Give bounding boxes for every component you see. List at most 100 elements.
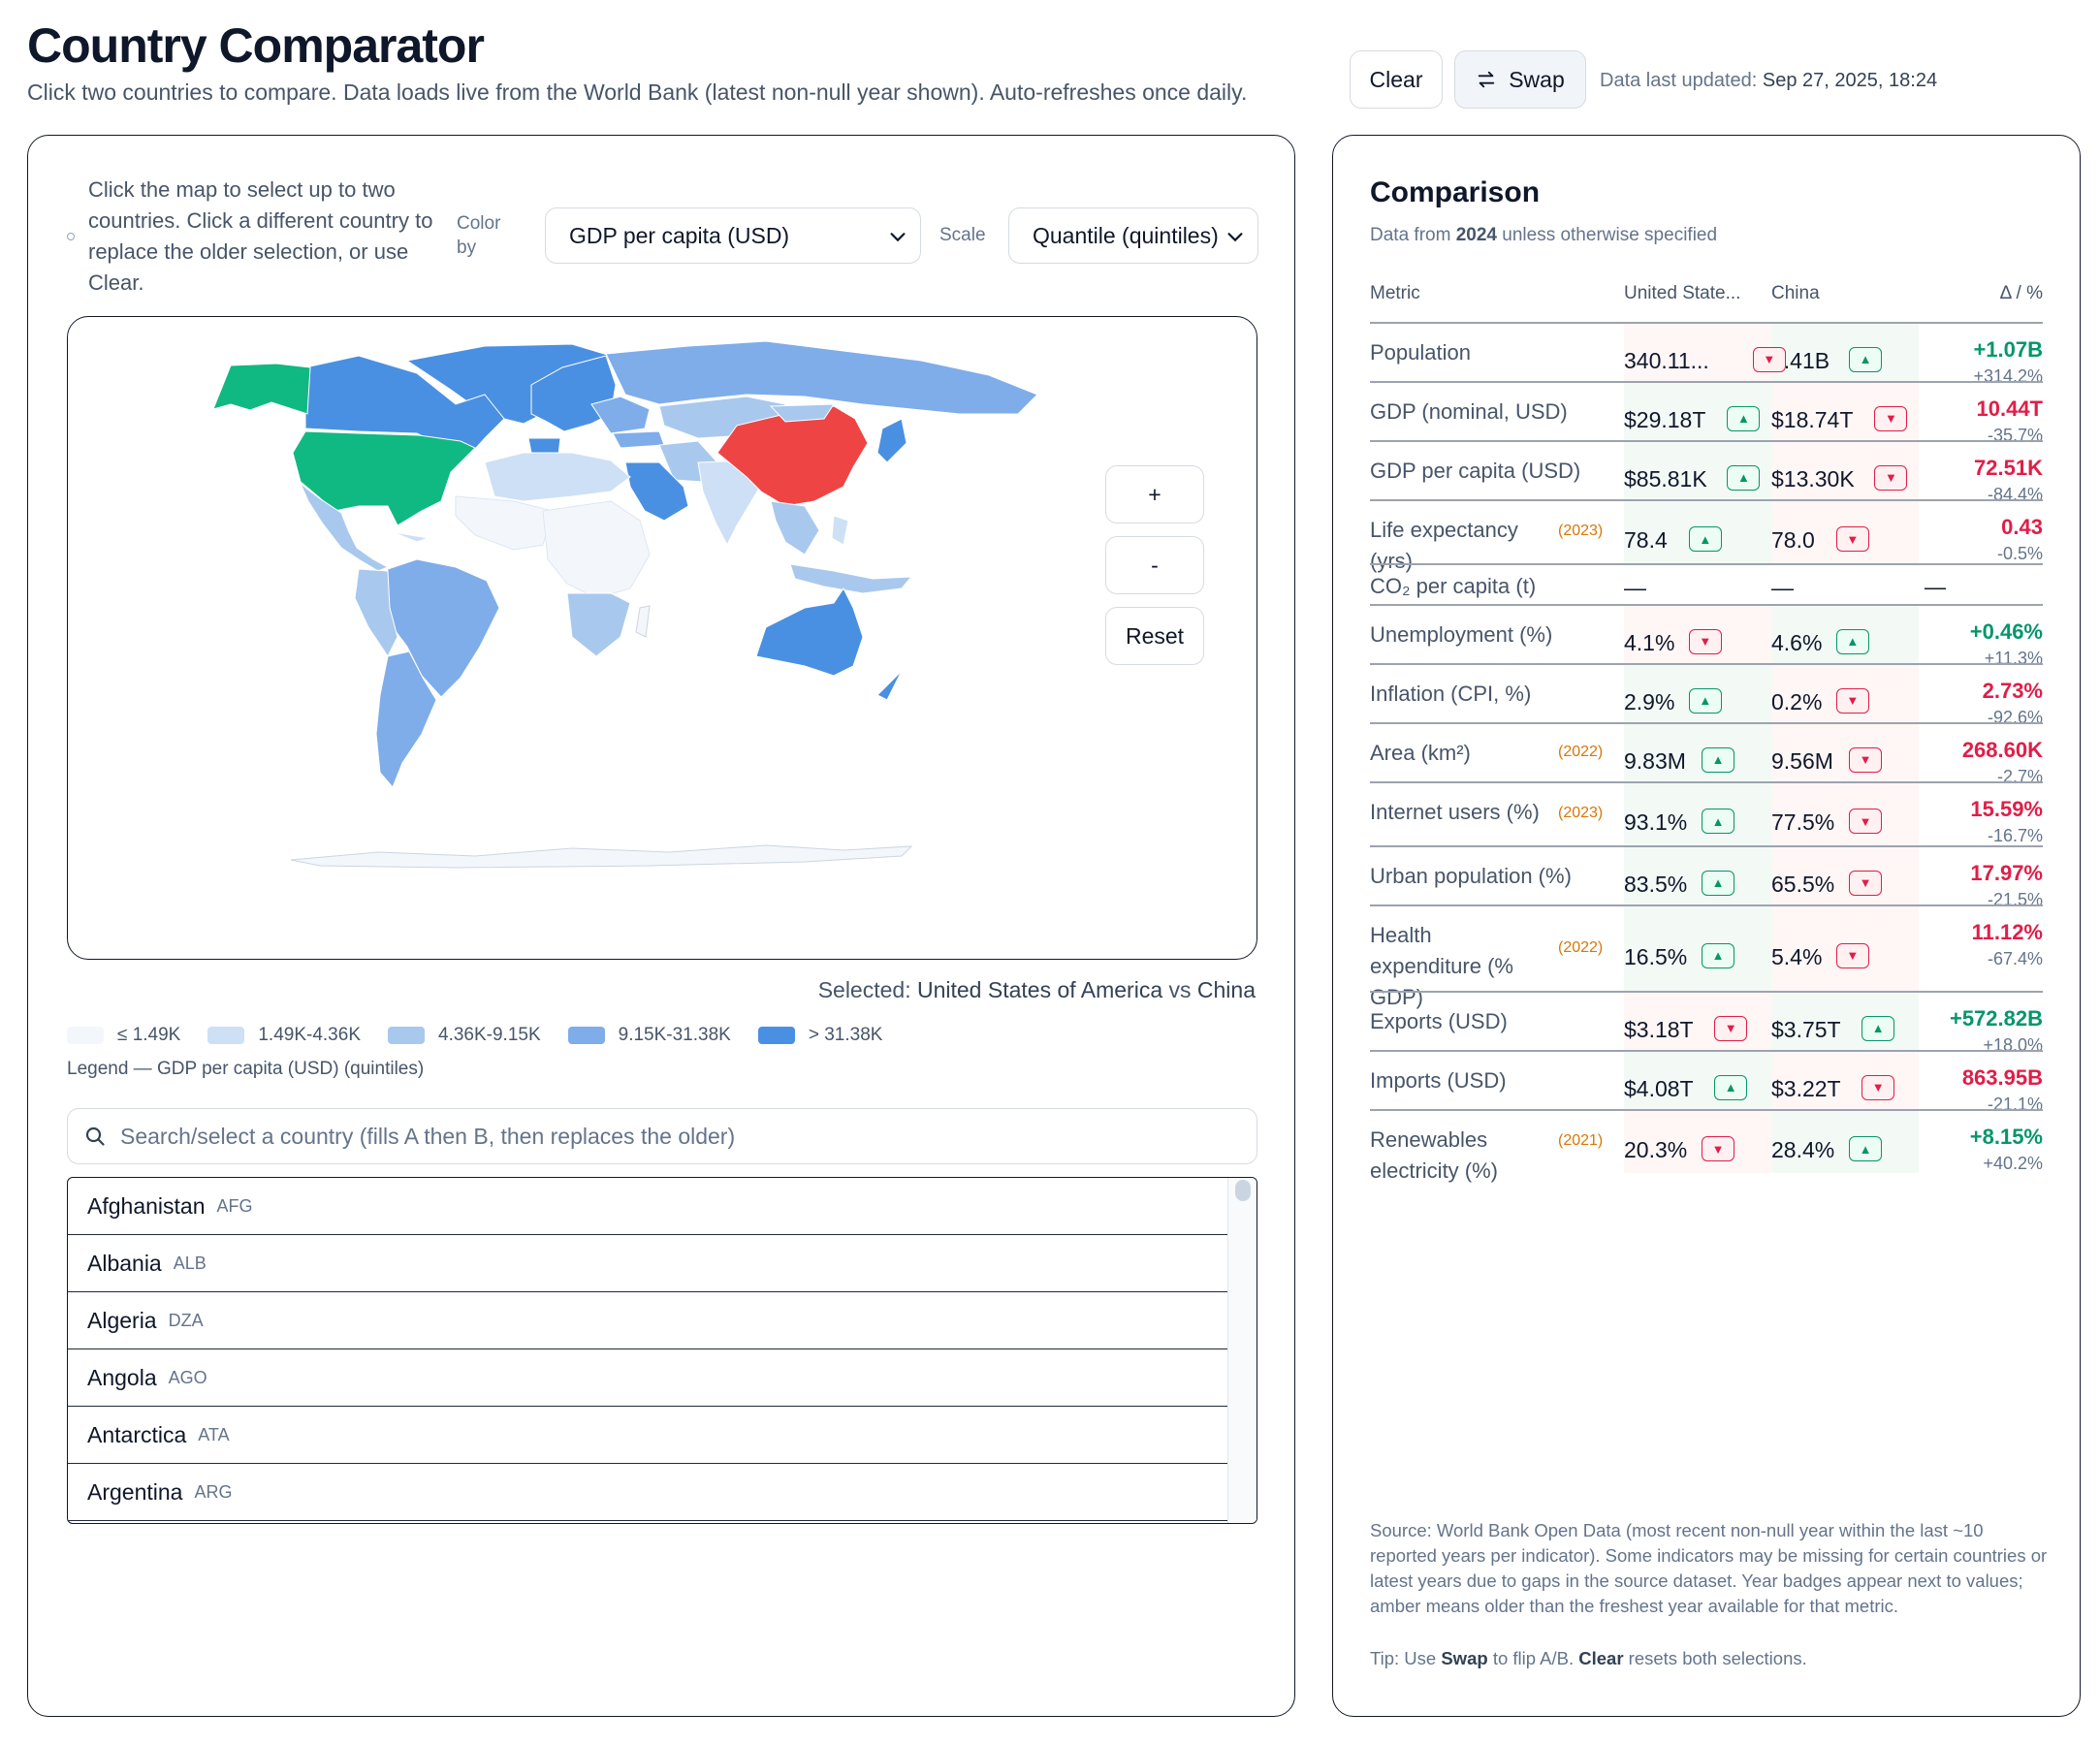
color-by-label: Color by [457, 213, 501, 258]
comparison-panel: Comparison Data from 2024 unless otherwi… [1332, 135, 2081, 1717]
country-list-item[interactable]: Angola AGO [68, 1349, 1229, 1407]
country-list-item[interactable]: Argentina ARG [68, 1464, 1229, 1521]
arrow-up-icon: ▲ [1702, 746, 1734, 773]
col-country-a-header: United State... [1624, 283, 1741, 303]
metric-name: Inflation (CPI, %) [1370, 682, 1532, 706]
country-list-item[interactable]: Antarctica ATA [68, 1407, 1229, 1464]
selected-countries-text: Selected: United States of America vs Ch… [818, 977, 1256, 1003]
delta-value: +572.82B [1949, 1006, 2043, 1031]
arrow-up-icon: ▲ [1688, 526, 1722, 552]
arrow-down-icon: ▼ [1714, 1015, 1748, 1041]
delta-value: — [1925, 575, 1946, 599]
arrow-up-icon: ▲ [1861, 1015, 1895, 1041]
tip-clear: Clear [1578, 1648, 1624, 1668]
country-list-item[interactable]: Albania ALB [68, 1235, 1229, 1292]
page-subtitle: Click two countries to compare. Data loa… [27, 79, 1248, 105]
legend-item: 9.15K-31.38K [567, 1025, 731, 1046]
comparison-row: Urban population (%) 83.5% 65.5% ▲ ▼ 17.97% -2… [1370, 845, 2043, 909]
legend-item: 4.36K-9.15K [388, 1025, 541, 1046]
country-b-value: 4.6% [1771, 629, 1823, 655]
country-southeast-asia[interactable] [770, 500, 820, 555]
map-instructions: Click the map to select up to two countr… [88, 177, 433, 295]
country-north-africa[interactable] [484, 452, 631, 502]
country-usa-alaska[interactable] [212, 363, 311, 415]
delta-value: 10.44T [1976, 397, 2044, 421]
arrow-down-icon: ▼ [1835, 687, 1869, 714]
country-b-value: $3.22T [1771, 1075, 1841, 1101]
world-map-svg[interactable] [68, 317, 1257, 960]
comparison-row: Life expectancy (yrs) (2023) 78.4 78.0 ▲ ▼ 0.4… [1370, 499, 2043, 573]
swap-button[interactable]: Swap [1454, 50, 1586, 109]
selected-country-b: China [1196, 977, 1256, 1002]
country-a-value: $29.18T [1624, 406, 1706, 432]
delta-value: +1.07B [1973, 337, 2043, 362]
delta-value: +0.46% [1969, 619, 2043, 644]
scrollbar-thumb[interactable] [1235, 1180, 1251, 1201]
country-philippines[interactable] [831, 515, 849, 546]
arrow-up-icon: ▲ [1727, 464, 1761, 491]
country-list-rows: Afghanistan AFG Albania ALB Algeria DZA Angola… [68, 1178, 1257, 1521]
country-madagascar[interactable] [635, 605, 651, 638]
scale-select[interactable]: Quantile (quintiles) [1008, 207, 1258, 264]
metric-select[interactable]: GDP per capita (USD) [545, 207, 921, 264]
country-cuba[interactable] [392, 531, 430, 543]
country-iso: AGO [168, 1367, 207, 1387]
legend-label: > 31.38K [808, 1025, 883, 1045]
comparison-row: Population 340.11... 1.41B ▼ ▲ +1.07B +314.2% [1370, 322, 2043, 386]
country-search-input[interactable]: Search/select a country (fills A then B,… [67, 1108, 1257, 1164]
arrow-up-icon: ▲ [1702, 870, 1734, 896]
swap-arrows-icon [1478, 71, 1495, 88]
arrow-up-icon: ▲ [1849, 1136, 1882, 1161]
arrow-down-icon: ▼ [1861, 1074, 1895, 1100]
country-list-item[interactable]: Afghanistan AFG [68, 1178, 1229, 1235]
country-b-value: — [1771, 575, 1794, 600]
zoom-out-button[interactable]: - [1105, 536, 1204, 594]
comparison-table: Population 340.11... 1.41B ▼ ▲ +1.07B +314.2% G… [1370, 322, 2044, 1183]
country-indonesia[interactable] [789, 563, 913, 594]
country-central-africa[interactable] [542, 500, 651, 599]
country-a-value: 20.3% [1624, 1137, 1688, 1162]
comparison-row: GDP per capita (USD) $85.81K $13.30K ▲ ▼ 72.5… [1370, 440, 2043, 504]
zoom-out-label: - [1151, 552, 1159, 578]
metric-year-badge: (2021) [1558, 1132, 1604, 1149]
country-west-africa[interactable] [455, 495, 554, 551]
metric-year-badge: (2023) [1558, 523, 1604, 539]
zoom-in-button[interactable]: + [1105, 465, 1204, 524]
country-a-value: $4.08T [1624, 1075, 1694, 1101]
legend-swatch [207, 1027, 245, 1044]
clear-button[interactable]: Clear [1350, 50, 1443, 109]
country-name: Afghanistan [87, 1192, 206, 1219]
country-list-item[interactable]: Algeria DZA [68, 1292, 1229, 1349]
country-name: Argentina [87, 1478, 183, 1505]
selected-label: Selected: [817, 977, 911, 1002]
legend-swatch [388, 1027, 425, 1044]
info-dot-icon [67, 233, 75, 240]
country-a-value: 78.4 [1624, 527, 1668, 553]
metric-name: GDP (nominal, USD) [1370, 399, 1568, 424]
metric-name: GDP per capita (USD) [1370, 459, 1581, 483]
map-panel: Click the map to select up to two countr… [27, 135, 1295, 1717]
legend-label: 1.49K-4.36K [258, 1025, 361, 1045]
world-map[interactable] [67, 316, 1257, 960]
country-new-zealand[interactable] [876, 670, 903, 701]
reset-map-button[interactable]: Reset [1105, 607, 1204, 665]
metric-name: Population [1370, 340, 1471, 365]
comparison-row: Area (km²) (2022) 9.83M 9.56M ▲ ▼ 268.60K -2.7% [1370, 722, 2043, 786]
page-title: Country Comparator [27, 18, 485, 73]
country-russia[interactable] [605, 340, 1038, 415]
country-turkey[interactable] [612, 430, 665, 449]
arrow-up-icon: ▲ [1849, 346, 1882, 372]
country-list[interactable]: Afghanistan AFG Albania ALB Algeria DZA Angola… [67, 1177, 1257, 1524]
legend-label: 9.15K-31.38K [618, 1025, 731, 1045]
legend-item: ≤ 1.49K [67, 1025, 180, 1046]
col-country-b-header: China [1771, 283, 1820, 303]
cmp-sub-prefix: Data from [1370, 225, 1451, 245]
country-southern-africa[interactable] [566, 592, 631, 657]
country-list-scrollbar[interactable] [1227, 1178, 1257, 1523]
country-australia[interactable] [755, 587, 864, 677]
country-japan[interactable] [876, 418, 907, 463]
comparison-row: CO₂ per capita (t) — — — [1370, 563, 2043, 604]
country-antarctica[interactable] [290, 844, 913, 869]
map-legend: ≤ 1.49K 1.49K-4.36K 4.36K-9.15K 9.15K-31.38… [67, 1025, 882, 1046]
country-eastern-europe[interactable] [590, 396, 651, 434]
